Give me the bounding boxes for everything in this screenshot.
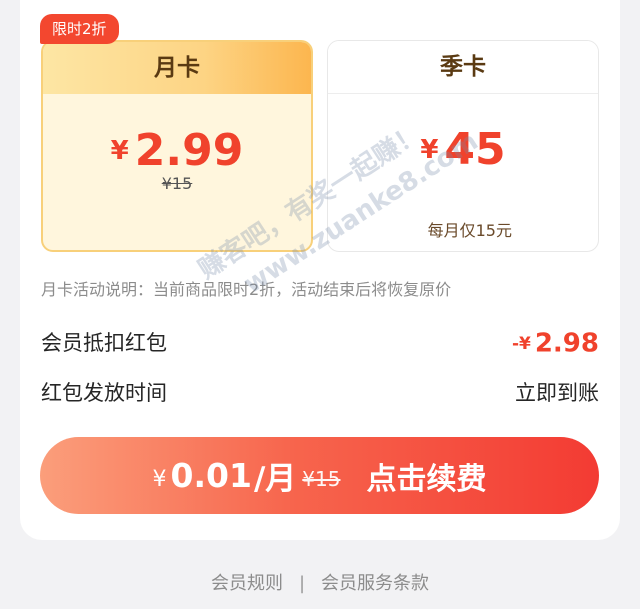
quarterly-currency: ¥ bbox=[420, 135, 439, 165]
member-terms-link[interactable]: 会员服务条款 bbox=[321, 573, 429, 594]
monthly-card-title: 月卡 bbox=[43, 42, 311, 94]
cta-currency: ¥ bbox=[152, 467, 167, 492]
footer-links: 会员规则 | 会员服务条款 bbox=[0, 569, 640, 595]
monthly-price-value: 2.99 bbox=[134, 125, 244, 176]
quarterly-price: ¥45 bbox=[328, 121, 598, 179]
deduction-label: 会员抵扣红包 bbox=[41, 331, 167, 355]
deduction-row: 会员抵扣红包 -¥ 2.98 bbox=[41, 326, 599, 360]
quarterly-card-option[interactable]: 季卡 ¥45 每月仅15元 bbox=[327, 40, 599, 252]
member-rules-link[interactable]: 会员规则 bbox=[211, 573, 283, 594]
cta-original-price: ¥15 bbox=[302, 466, 341, 491]
footer-separator: | bbox=[298, 573, 306, 594]
deduction-prefix: -¥ bbox=[511, 333, 531, 354]
monthly-original-price: ¥15 bbox=[161, 174, 193, 193]
monthly-price: ¥2.99 bbox=[43, 122, 311, 180]
cta-unit: /月 bbox=[253, 461, 297, 497]
quarterly-card-title: 季卡 bbox=[328, 41, 598, 94]
cta-amount: 0.01 bbox=[170, 456, 252, 495]
monthly-currency: ¥ bbox=[110, 136, 129, 166]
deduction-amount: 2.98 bbox=[534, 328, 599, 359]
deduction-value: -¥ 2.98 bbox=[512, 326, 599, 361]
renew-button[interactable]: ¥ 0.01 /月 ¥15 点击续费 bbox=[40, 437, 599, 514]
payout-time-label: 红包发放时间 bbox=[41, 381, 167, 405]
quarterly-monthly-note: 每月仅15元 bbox=[427, 221, 512, 240]
discount-badge: 限时2折 bbox=[40, 14, 119, 44]
quarterly-price-value: 45 bbox=[444, 124, 506, 175]
monthly-card-option[interactable]: 月卡 ¥2.99 ¥15 bbox=[41, 40, 313, 252]
cta-action-label: 点击续费 bbox=[366, 461, 487, 497]
activity-description: 月卡活动说明：当前商品限时2折，活动结束后将恢复原价 bbox=[41, 280, 452, 299]
payout-time-value: 立即到账 bbox=[515, 381, 599, 405]
payout-time-row: 红包发放时间 立即到账 bbox=[41, 376, 599, 410]
